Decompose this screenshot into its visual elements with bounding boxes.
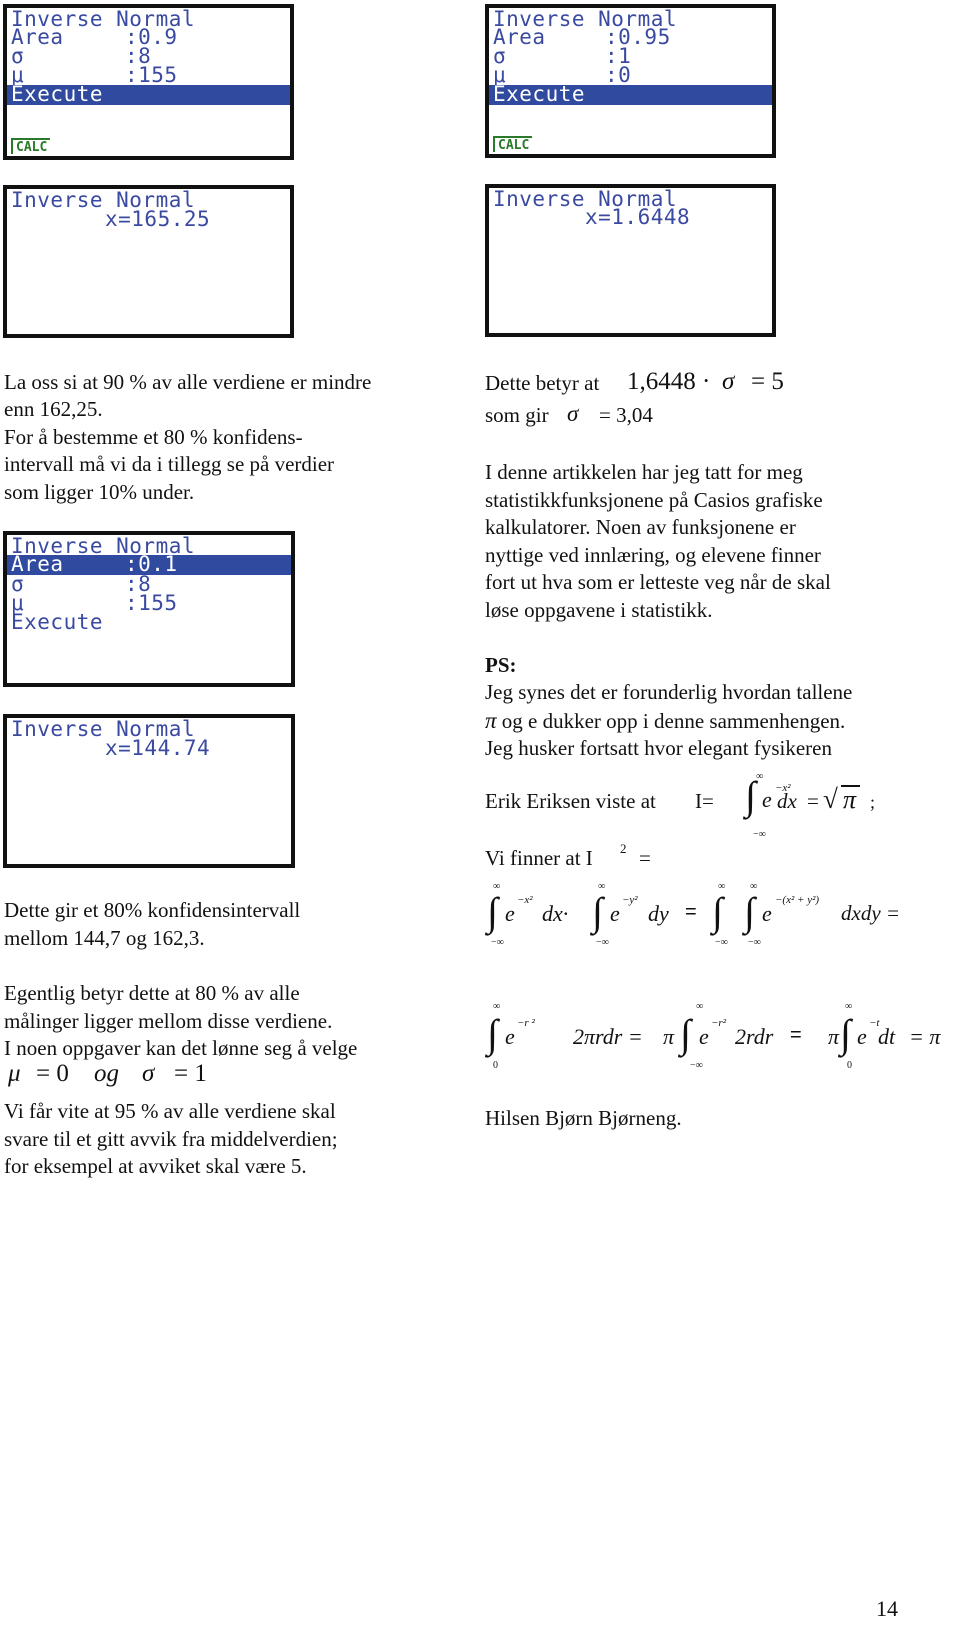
pi-symbol: π (485, 708, 497, 733)
screen-result: x=165.25 (105, 207, 211, 231)
integral-sign: ∫ (712, 889, 723, 934)
calc-screen-inverse-normal-result-2: Inverse Normal x=144.74 (3, 714, 295, 868)
calc-tab[interactable]: CALC (11, 138, 51, 154)
execute-highlight[interactable]: Execute (489, 82, 772, 106)
ps-heading: PS: (485, 653, 517, 677)
calc-screen-inverse-normal-input-2: Inverse Normal Area :0.1 σ:8 μ:155 Execu… (3, 531, 295, 687)
polar-integral-equation: ∞ ∫ 0 e −r ² 2πrdr = π ∞ ∫ −∞ e −r² 2rdr… (487, 1001, 941, 1071)
execute-label: Execute (493, 82, 586, 106)
integral-sign: ∫ (745, 773, 756, 818)
integral-sign: ∫ (487, 889, 498, 934)
signature: Hilsen Bjørn Bjørneng. (485, 1106, 682, 1130)
calc-screen-inverse-normal-result-1: Inverse Normal x=165.25 (3, 185, 294, 338)
calc-screen-inverse-normal-input-1: Inverse Normal Area:0.9 σ:8 μ:155 Execut… (3, 4, 294, 160)
integral-sign: ∫ (680, 1011, 691, 1056)
integral-sign: ∫ (592, 889, 603, 934)
integral-sign: ∫ (840, 1011, 851, 1056)
calc-tab[interactable]: CALC (493, 136, 533, 152)
sqrt-sign: √ (823, 784, 838, 814)
screen-result: x=1.6448 (585, 205, 691, 229)
gaussian-integral-equation: Erik Eriksen viste at I= ∞ ∫ −∞ e −x² dx… (485, 771, 876, 840)
calc-screen-inverse-normal-result-3: Inverse Normal x=1.6448 (485, 184, 776, 337)
double-integral-equation: ∞ ∫ −∞ e −x² dx· ∞ ∫ −∞ e −y² dy = ∞ ∫ −… (487, 881, 901, 948)
page-number: 14 (876, 1596, 898, 1621)
calc-screen-inverse-normal-input-3: Inverse Normal Area:0.95 σ:1 μ:0 Execute… (485, 4, 776, 158)
integral-sign: ∫ (744, 889, 755, 934)
execute-label: Execute (11, 82, 104, 106)
screen-result: x=144.74 (105, 736, 211, 760)
execute-highlight[interactable]: Execute (7, 82, 290, 106)
execute-label[interactable]: Execute (11, 612, 103, 633)
integral-sign: ∫ (487, 1011, 498, 1056)
